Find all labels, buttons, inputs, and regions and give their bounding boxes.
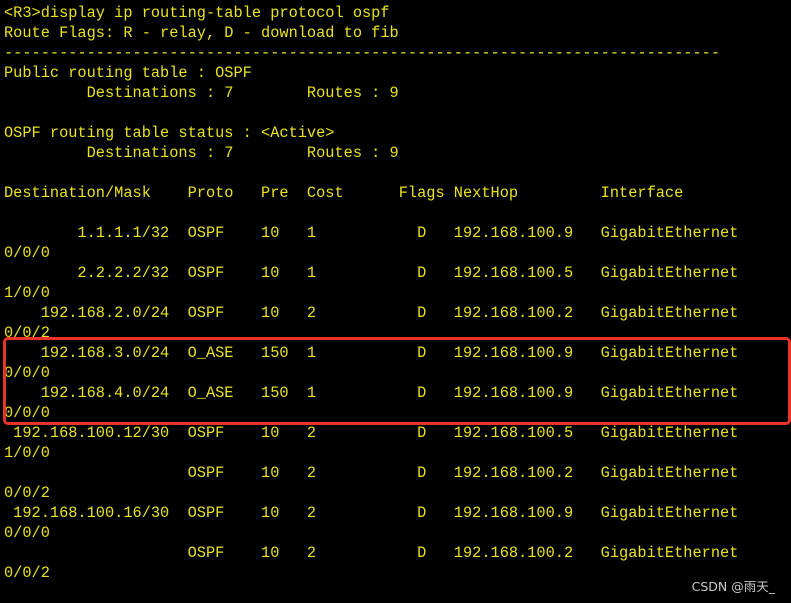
route-row: OSPF 10 2 D 192.168.100.2 GigabitEtherne… bbox=[4, 464, 739, 482]
route-row: 192.168.100.16/30 OSPF 10 2 D 192.168.10… bbox=[4, 504, 739, 522]
route-row: OSPF 10 2 D 192.168.100.2 GigabitEtherne… bbox=[4, 544, 739, 562]
ospf-status-summary: Destinations : 7 Routes : 9 bbox=[4, 144, 399, 162]
route-row-interface: 0/0/0 bbox=[4, 404, 50, 422]
command-line: <R3>display ip routing-table protocol os… bbox=[4, 4, 390, 22]
route-row-interface: 0/0/0 bbox=[4, 364, 50, 382]
table-header: Destination/Mask Proto Pre Cost Flags Ne… bbox=[4, 184, 684, 202]
route-row: 2.2.2.2/32 OSPF 10 1 D 192.168.100.5 Gig… bbox=[4, 264, 739, 282]
terminal-window[interactable]: <R3>display ip routing-table protocol os… bbox=[0, 0, 791, 603]
csdn-watermark: CSDN @雨天_ bbox=[691, 579, 775, 594]
route-flags-line: Route Flags: R - relay, D - download to … bbox=[4, 24, 399, 42]
route-row-ase: 192.168.3.0/24 O_ASE 150 1 D 192.168.100… bbox=[4, 344, 739, 362]
route-row-interface: 0/0/2 bbox=[4, 324, 50, 342]
route-row: 192.168.2.0/24 OSPF 10 2 D 192.168.100.2… bbox=[4, 304, 739, 322]
separator-line: ----------------------------------------… bbox=[4, 44, 721, 62]
route-row-interface: 0/0/0 bbox=[4, 524, 50, 542]
public-table-summary: Destinations : 7 Routes : 9 bbox=[4, 84, 399, 102]
route-row-ase: 192.168.4.0/24 O_ASE 150 1 D 192.168.100… bbox=[4, 384, 739, 402]
route-row-interface: 0/0/0 bbox=[4, 244, 50, 262]
route-row: 1.1.1.1/32 OSPF 10 1 D 192.168.100.9 Gig… bbox=[4, 224, 739, 242]
route-row-interface: 1/0/0 bbox=[4, 284, 50, 302]
route-row-interface: 0/0/2 bbox=[4, 484, 50, 502]
public-table-heading: Public routing table : OSPF bbox=[4, 64, 252, 82]
ospf-status-heading: OSPF routing table status : <Active> bbox=[4, 124, 335, 142]
route-row-interface: 0/0/2 bbox=[4, 564, 50, 582]
route-row: 192.168.100.12/30 OSPF 10 2 D 192.168.10… bbox=[4, 424, 739, 442]
route-row-interface: 1/0/0 bbox=[4, 444, 50, 462]
